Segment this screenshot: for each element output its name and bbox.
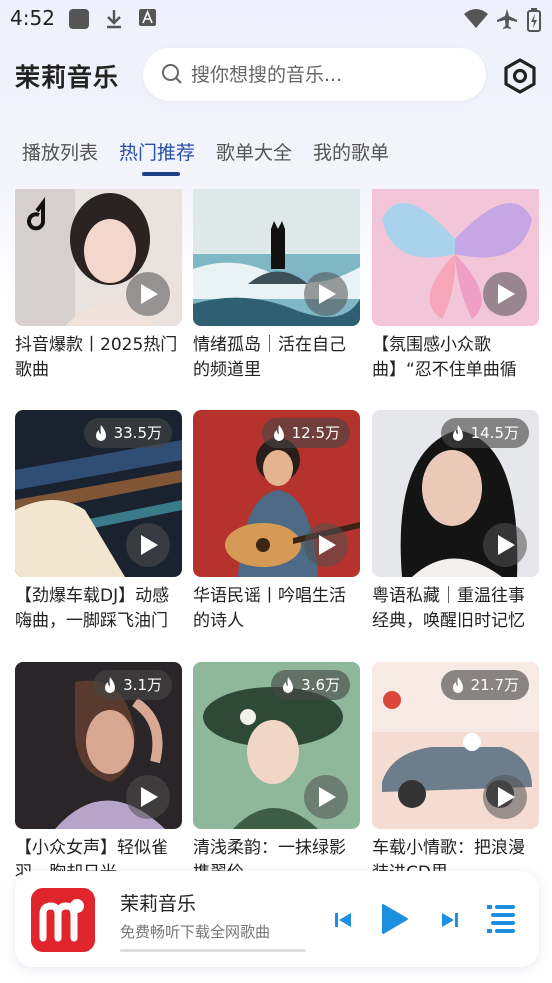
play-icon [319,284,336,304]
playlist-cover[interactable]: 14.5万 [372,410,539,577]
play-button[interactable] [126,523,170,567]
playlist-cover[interactable]: 3.1万 [15,662,182,829]
fire-icon [273,425,284,441]
wifi-icon [464,9,488,28]
player-subtitle: 免费畅听下载全网歌曲 [120,923,271,941]
app-header: 茉莉音乐 [0,48,552,104]
app-logo [31,888,95,952]
active-tab-indicator [142,172,180,176]
fire-icon [105,677,116,693]
play-count-badge: 12.5万 [261,418,350,448]
playlist-queue-icon[interactable] [487,903,517,935]
tab-playlist-collection[interactable]: 歌单大全 [216,138,292,165]
play-count-badge: 21.7万 [440,670,529,700]
play-count-badge: 3.6万 [271,670,350,700]
settings-icon[interactable] [501,57,539,95]
play-count: 33.5万 [113,424,162,442]
play-button[interactable] [483,272,527,316]
playlist-title: 抖音爆款丨2025热门歌曲 [15,335,178,380]
status-bar: 4:52 [0,0,552,40]
category-tabs: 播放列表 热门推荐 歌单大全 我的歌单 [0,138,552,180]
playlist-title: 情绪孤岛｜活在自己的频道里 [193,335,346,380]
playlist-card[interactable]: 14.5万 粤语私藏｜重温往事经典，唤醒旧时记忆 [372,410,539,634]
playlist-card[interactable]: 21.7万 车载小情歌：把浪漫装进CD里 [372,662,539,884]
playlist-title: 粤语私藏｜重温往事经典，唤醒旧时记忆 [372,586,525,631]
play-button[interactable] [483,523,527,567]
play-button[interactable] [126,272,170,316]
search-icon [162,64,182,84]
play-button[interactable] [483,775,527,819]
play-button[interactable] [304,775,348,819]
play-button[interactable] [304,523,348,567]
player-title: 茉莉音乐 [120,893,197,915]
play-icon [141,787,158,807]
tab-my-playlists[interactable]: 我的歌单 [313,138,389,165]
playlist-cover[interactable]: 3.6万 [193,662,360,829]
battery-icon [527,8,541,32]
playlist-title: 【氛围感小众歌曲】“忍不住单曲循环” [372,335,517,380]
playlist-cover[interactable]: 33.5万 [15,410,182,577]
app-title: 茉莉音乐 [15,63,120,92]
playlist-grid: 抖音爆款丨2025热门歌曲 情绪孤岛｜活在自己的频道里 【氛围感小众歌曲】“忍不… [0,189,552,884]
playlist-card[interactable]: 3.6万 清浅柔韵：一抹绿影携翠伶 [193,662,360,884]
fire-icon [452,677,463,693]
play-count: 3.6万 [301,676,340,694]
playlist-cover[interactable] [193,189,360,326]
play-count-badge: 33.5万 [83,418,172,448]
play-count-badge: 3.1万 [93,670,172,700]
play-icon [141,535,158,555]
mini-player[interactable]: 茉莉音乐 免费畅听下载全网歌曲 [15,871,539,967]
previous-icon[interactable] [334,911,352,929]
progress-bar[interactable] [120,949,306,952]
play-icon [498,787,515,807]
play-count: 3.1万 [123,676,162,694]
search-bar[interactable] [143,48,486,101]
fire-icon [95,425,106,441]
tab-playlist[interactable]: 播放列表 [22,138,98,165]
playlist-cover[interactable] [15,189,182,326]
playlist-card[interactable]: 【氛围感小众歌曲】“忍不住单曲循环” [372,189,539,383]
playlist-card[interactable]: 抖音爆款丨2025热门歌曲 [15,189,182,383]
playlist-card[interactable]: 12.5万 华语民谣丨吟唱生活的诗人 [193,410,360,634]
next-icon[interactable] [441,911,459,929]
play-count: 14.5万 [470,424,519,442]
status-time: 4:52 [10,6,55,30]
playlist-title: 华语民谣丨吟唱生活的诗人 [193,586,346,631]
play-button[interactable] [126,775,170,819]
tab-hot-recommend[interactable]: 热门推荐 [119,138,195,165]
play-pause-icon[interactable] [380,903,410,935]
playlist-title: 【劲爆车载DJ】动感嗨曲，一脚踩飞油门 [15,586,170,631]
font-icon [139,9,156,26]
airplane-icon [497,9,517,29]
app-notification-icon [69,9,89,29]
play-count: 12.5万 [291,424,340,442]
play-icon [498,284,515,304]
fire-icon [452,425,463,441]
play-icon [141,284,158,304]
play-icon [319,787,336,807]
play-count-badge: 14.5万 [440,418,529,448]
playlist-cover[interactable]: 12.5万 [193,410,360,577]
play-icon [498,535,515,555]
playlist-cover[interactable] [372,189,539,326]
play-button[interactable] [304,272,348,316]
search-input[interactable] [189,60,473,90]
download-icon [107,10,121,29]
play-count: 21.7万 [470,676,519,694]
playlist-cover[interactable]: 21.7万 [372,662,539,829]
fire-icon [283,677,294,693]
playlist-card[interactable]: 33.5万 【劲爆车载DJ】动感嗨曲，一脚踩飞油门 [15,410,182,634]
playlist-card[interactable]: 3.1万 【小众女声】轻似雀羽，胸却日光 [15,662,182,884]
play-icon [319,535,336,555]
playlist-card[interactable]: 情绪孤岛｜活在自己的频道里 [193,189,360,383]
